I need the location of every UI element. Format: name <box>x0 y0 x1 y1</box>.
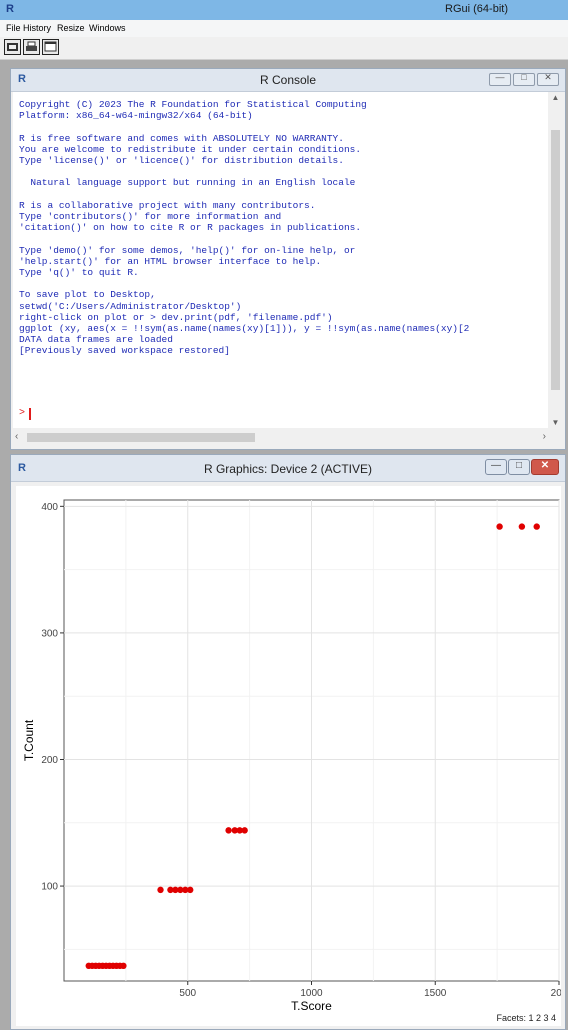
open-script-button[interactable] <box>4 39 21 55</box>
data-point <box>241 827 248 834</box>
close-icon: ✕ <box>540 460 550 471</box>
scroll-down-icon[interactable]: ▼ <box>548 418 563 427</box>
data-point <box>496 523 503 530</box>
data-point <box>518 523 526 530</box>
print-button[interactable] <box>23 39 40 55</box>
console-close-button[interactable]: ✕ <box>537 72 559 86</box>
x-tick-label: 1500 <box>424 988 447 999</box>
console-button[interactable] <box>42 39 59 55</box>
y-tick-label: 100 <box>41 882 58 893</box>
maximize-icon: □ <box>515 460 523 471</box>
x-tick-label: 200 <box>551 988 561 999</box>
app-title-bar: R RGui (64-bit) <box>0 0 568 21</box>
y-tick-label: 300 <box>41 628 58 639</box>
data-point <box>225 827 232 834</box>
r-console-window: R R Console — □ ✕ Copyright (C) 2023 The R… <box>10 68 566 450</box>
minimize-icon: — <box>491 460 501 471</box>
y-tick-label: 400 <box>41 502 58 513</box>
maximize-icon: □ <box>521 72 527 82</box>
facets-label: Facets: 1 2 3 4 <box>496 1013 556 1023</box>
menu-history[interactable]: History <box>23 23 51 33</box>
data-point <box>187 886 194 894</box>
plot-area[interactable]: 500 1000 1500 200 100 200 300 400 T.Score T.Count… <box>16 486 561 1026</box>
print-icon <box>26 41 37 51</box>
x-tick-label: 500 <box>179 988 196 999</box>
console-maximize-button[interactable]: □ <box>513 72 535 86</box>
graphics-close-button[interactable]: ✕ <box>531 459 559 475</box>
console-title: R Console <box>259 73 317 87</box>
y-axis-title: T.Count <box>22 719 36 761</box>
minimize-icon: — <box>495 72 505 82</box>
menu-file[interactable]: File <box>6 23 21 33</box>
scroll-left-icon[interactable]: ‹ <box>15 431 18 442</box>
vertical-scroll-thumb[interactable] <box>551 130 560 390</box>
menu-windows[interactable]: Windows <box>89 23 126 33</box>
data-point <box>120 962 127 970</box>
console-title-bar: R R Console — □ ✕ <box>11 69 565 92</box>
graphics-title-bar: R R Graphics: Device 2 (ACTIVE) — □ ✕ <box>11 455 565 482</box>
text-cursor[interactable] <box>29 408 31 420</box>
console-horizontal-scrollbar[interactable]: ‹ › <box>13 430 548 445</box>
console-text: Copyright (C) 2023 The R Foundation for … <box>19 99 470 357</box>
graphics-title: R Graphics: Device 2 (ACTIVE) <box>203 462 373 476</box>
console-prompt: > <box>19 408 26 419</box>
console-output[interactable]: Copyright (C) 2023 The R Foundation for … <box>13 92 548 428</box>
menu-bar: File History Resize Windows <box>0 20 568 37</box>
toolbar <box>0 37 568 60</box>
app-title: RGui (64-bit) <box>445 3 508 15</box>
y-tick-label: 200 <box>41 755 58 766</box>
horizontal-scroll-thumb[interactable] <box>27 433 255 442</box>
data-point <box>533 523 540 530</box>
menu-resize[interactable]: Resize <box>57 23 85 33</box>
graphics-maximize-button[interactable]: □ <box>508 459 530 475</box>
r-graphics-window: R R Graphics: Device 2 (ACTIVE) — □ ✕ 500 1… <box>10 454 566 1030</box>
x-axis-title: T.Score <box>291 999 332 1013</box>
console-icon <box>44 41 57 52</box>
close-icon: ✕ <box>544 72 552 82</box>
graphics-minimize-button[interactable]: — <box>485 459 507 475</box>
scroll-up-icon[interactable]: ▲ <box>548 93 563 102</box>
open-script-icon <box>7 43 18 51</box>
data-point <box>157 886 164 894</box>
console-vertical-scrollbar[interactable]: ▲ ▼ <box>548 92 563 428</box>
x-tick-label: 1000 <box>300 988 323 999</box>
scroll-right-icon[interactable]: › <box>543 431 546 442</box>
scatter-plot: 500 1000 1500 200 100 200 300 400 T.Score T.Count… <box>22 499 561 1023</box>
console-minimize-button[interactable]: — <box>489 72 511 86</box>
